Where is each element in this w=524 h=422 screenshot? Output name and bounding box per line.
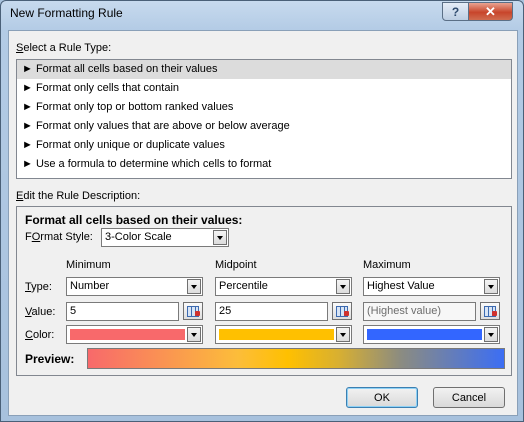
color-swatch — [367, 329, 482, 340]
dialog-body: Select a Rule Type: ► Format all cells b… — [8, 30, 518, 416]
chevron-down-icon[interactable] — [484, 327, 498, 342]
window-title: New Formatting Rule — [10, 6, 123, 20]
chevron-down-icon[interactable] — [336, 327, 350, 342]
rule-type-item[interactable]: ► Format only unique or duplicate values — [17, 136, 511, 155]
color-label: Color: — [25, 329, 55, 341]
help-button[interactable]: ? — [442, 2, 469, 21]
rule-type-item[interactable]: ► Format only cells that contain — [17, 79, 511, 98]
rule-type-item[interactable]: ► Format only top or bottom ranked value… — [17, 98, 511, 117]
preview-label: Preview: — [25, 352, 75, 366]
minimum-header: Minimum — [66, 259, 111, 271]
type-label: Type: — [25, 281, 52, 293]
midpoint-color-select[interactable] — [215, 325, 352, 344]
description-title: Format all cells based on their values: — [25, 213, 243, 227]
chevron-down-icon[interactable] — [187, 279, 201, 294]
midpoint-value-input[interactable]: 25 — [215, 302, 328, 321]
maximum-header: Maximum — [363, 259, 411, 271]
preview-gradient — [87, 348, 505, 369]
chevron-down-icon[interactable] — [213, 230, 227, 245]
color-swatch — [70, 329, 185, 340]
rule-description-panel: Format all cells based on their values: … — [16, 206, 512, 376]
range-select-button[interactable] — [183, 302, 203, 320]
range-select-button[interactable] — [332, 302, 352, 320]
close-button[interactable]: ✕ — [468, 2, 513, 21]
rule-type-list[interactable]: ► Format all cells based on their values… — [16, 59, 512, 179]
minimum-type-select[interactable]: Number — [66, 277, 203, 296]
chevron-down-icon[interactable] — [187, 327, 201, 342]
chevron-down-icon[interactable] — [336, 279, 350, 294]
chevron-down-icon[interactable] — [484, 279, 498, 294]
rule-type-item[interactable]: ► Use a formula to determine which cells… — [17, 155, 511, 174]
value-label: Value: — [25, 306, 56, 318]
help-icon: ? — [451, 4, 460, 19]
rule-description-heading: Edit the Rule Description: — [16, 190, 141, 202]
midpoint-type-select[interactable]: Percentile — [215, 277, 352, 296]
dialog-window: New Formatting Rule ? ✕ Select a Rule Ty… — [0, 0, 524, 422]
midpoint-header: Midpoint — [215, 259, 257, 271]
rule-type-item[interactable]: ► Format all cells based on their values — [17, 60, 511, 79]
format-style-label: FOrmat Style: — [25, 231, 93, 243]
range-select-button[interactable] — [480, 302, 500, 320]
maximum-type-select[interactable]: Highest Value — [363, 277, 500, 296]
maximum-color-select[interactable] — [363, 325, 500, 344]
close-icon: ✕ — [485, 3, 496, 19]
rule-type-heading: Select a Rule Type: — [16, 42, 112, 54]
color-swatch — [219, 329, 334, 340]
cancel-button[interactable]: Cancel — [433, 387, 505, 408]
format-style-select[interactable]: 3-Color Scale — [101, 228, 229, 247]
rule-type-item[interactable]: ► Format only values that are above or b… — [17, 117, 511, 136]
minimum-value-input[interactable]: 5 — [66, 302, 179, 321]
maximum-value-input[interactable]: (Highest value) — [363, 302, 476, 321]
minimum-color-select[interactable] — [66, 325, 203, 344]
ok-button[interactable]: OK — [346, 387, 418, 408]
